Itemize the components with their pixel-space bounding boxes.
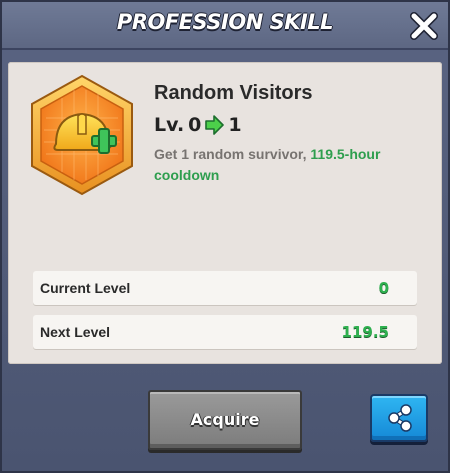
stat-value: 119.5 [341,323,389,341]
share-button[interactable] [370,394,428,442]
hardhat-plus-icon [31,74,133,196]
stat-label: Next Level [40,324,111,340]
level-progression: Lv. 0 1 [154,112,242,138]
skill-name: Random Visitors [154,82,313,104]
acquire-label: Acquire [190,410,260,429]
stat-row-current-level: Current Level 0 [33,271,417,305]
share-icon [388,404,412,432]
stat-value: 0 [378,279,389,297]
close-icon[interactable] [408,10,440,42]
acquire-button[interactable]: Acquire [148,390,302,450]
arrow-right-icon [205,115,225,135]
stat-row-next-level: Next Level 119.5 [33,315,417,349]
profession-skill-dialog: PROFESSION SKILL Random Visitors Lv. 0 1… [0,0,450,473]
dialog-title: PROFESSION SKILL [116,10,334,34]
level-from: 0 [188,114,202,136]
stat-label: Current Level [40,280,131,296]
level-to: 1 [228,114,242,136]
description-text: Get 1 random survivor, [154,146,311,162]
skill-description: Get 1 random survivor, 119.5-hour cooldo… [154,144,414,186]
skill-panel: Random Visitors Lv. 0 1 Get 1 random sur… [8,62,442,364]
dialog-header: PROFESSION SKILL [2,2,448,50]
level-prefix: Lv. [154,114,185,136]
